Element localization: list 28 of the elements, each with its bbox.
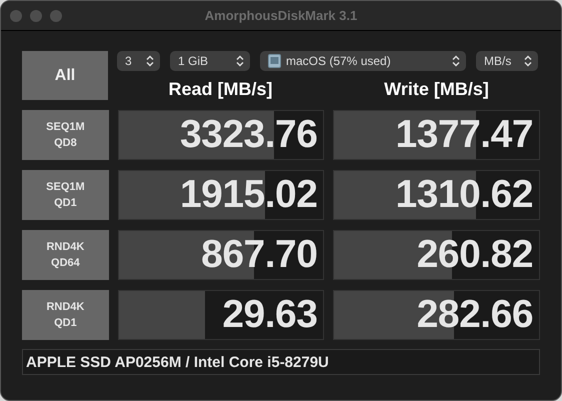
- status-text: APPLE SSD AP0256M / Intel Core i5-8279U: [26, 354, 329, 370]
- column-header: Write [MB/s]: [383, 79, 490, 100]
- dropdown[interactable]: 3: [117, 51, 160, 71]
- up-down-chevron-icon: [524, 55, 532, 67]
- result-value: 1915.02: [180, 173, 318, 217]
- dropdown[interactable]: macOS (57% used): [260, 51, 466, 71]
- window-title: AmorphousDiskMark 3.1: [204, 8, 358, 23]
- up-down-chevron-icon: [452, 55, 460, 67]
- column-header: Read [MB/s]: [167, 79, 274, 100]
- up-down-chevron-icon: [236, 55, 244, 67]
- result-value: 3323.76: [180, 113, 318, 157]
- test-button[interactable]: RND4K QD1: [22, 290, 109, 340]
- window-control-dot[interactable]: [50, 10, 62, 22]
- result-value: 867.70: [201, 233, 318, 277]
- test-button[interactable]: SEQ1M QD8: [22, 110, 109, 160]
- dropdown[interactable]: 1 GiB: [170, 51, 250, 71]
- up-down-chevron-icon: [146, 55, 154, 67]
- result-value: 1310.62: [396, 173, 534, 217]
- all-button[interactable]: All: [22, 51, 108, 100]
- dropdown[interactable]: MB/s: [476, 51, 538, 71]
- result-value: 1377.47: [396, 113, 534, 157]
- test-button[interactable]: RND4K QD64: [22, 230, 109, 280]
- result-value: 282.66: [416, 293, 534, 337]
- result-value: 29.63: [222, 293, 318, 337]
- window-control-dot[interactable]: [30, 10, 42, 22]
- test-button[interactable]: SEQ1M QD1: [22, 170, 109, 220]
- result-value: 260.82: [416, 233, 534, 277]
- window-control-dot[interactable]: [10, 10, 22, 22]
